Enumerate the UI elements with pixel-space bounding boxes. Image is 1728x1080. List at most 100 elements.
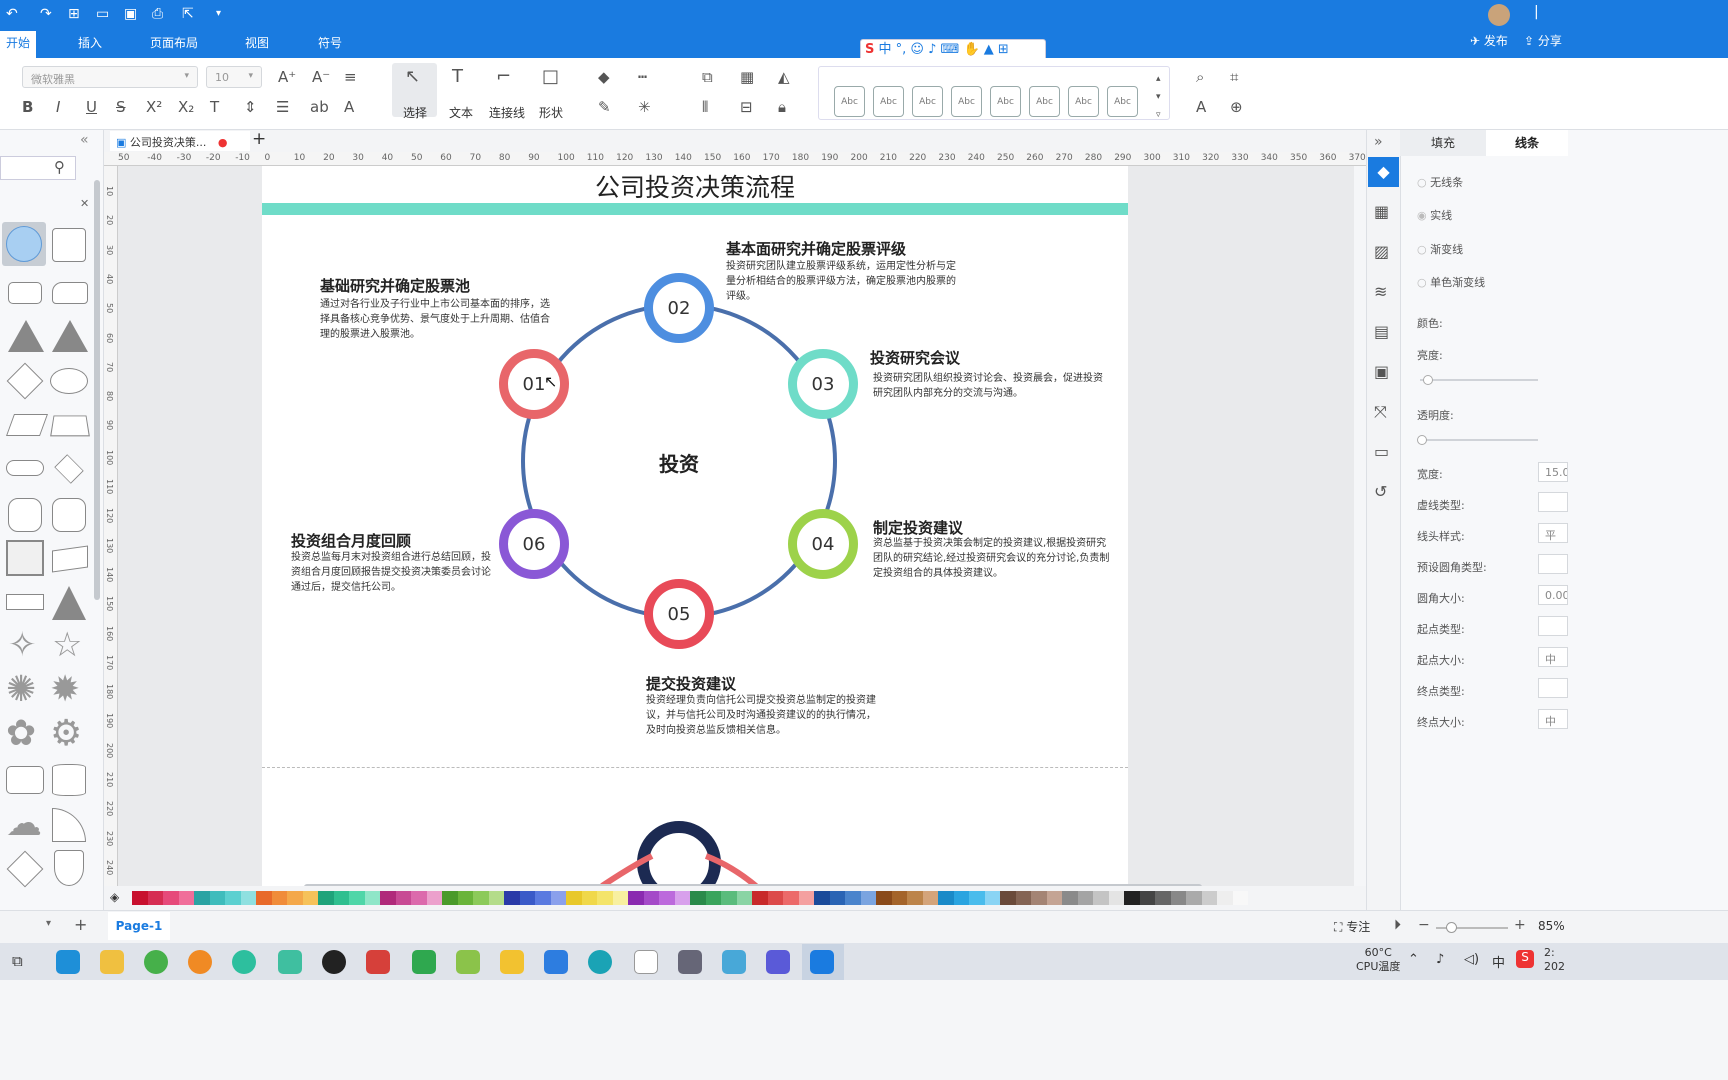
color-swatch[interactable] — [318, 891, 334, 905]
format-painter-icon[interactable]: A — [1196, 98, 1206, 116]
color-swatch[interactable] — [504, 891, 520, 905]
fill-bucket-icon[interactable]: ◈ — [110, 890, 119, 904]
library-circle-shape[interactable] — [6, 226, 42, 262]
section-3-title[interactable]: 投资研究会议 — [870, 347, 960, 368]
corner-size-input[interactable]: 0.00 — [1538, 585, 1568, 605]
library-shield-shape[interactable] — [54, 850, 84, 886]
color-swatch[interactable] — [628, 891, 644, 905]
library-star4-shape[interactable]: ✧ — [8, 628, 37, 662]
zoom-slider-thumb[interactable] — [1446, 922, 1457, 933]
italic-icon[interactable]: I — [56, 98, 60, 116]
history-panel-icon[interactable]: ↺ — [1374, 482, 1387, 501]
flip-icon[interactable]: ◭ — [778, 68, 790, 86]
meeting-icon[interactable] — [588, 950, 612, 974]
color-swatch[interactable] — [473, 891, 489, 905]
add-page-icon[interactable]: + — [74, 915, 87, 934]
shape-tool-label[interactable]: 形状 — [539, 104, 563, 121]
color-swatch[interactable] — [411, 891, 427, 905]
tab-insert[interactable]: 插入 — [78, 35, 102, 51]
zoom-level[interactable]: 85% — [1538, 919, 1565, 933]
color-swatch[interactable] — [1046, 891, 1062, 905]
node-03[interactable]: 03 — [788, 349, 858, 419]
tab-page-layout[interactable]: 页面布局 — [150, 35, 198, 51]
color-swatch[interactable] — [1000, 891, 1016, 905]
library-scrollbar[interactable] — [94, 180, 100, 600]
focus-button[interactable]: ⛶ 专注 — [1334, 918, 1370, 935]
page-panel-icon[interactable]: ▤ — [1374, 322, 1389, 341]
opacity-slider[interactable] — [1420, 439, 1538, 441]
office-icon[interactable] — [500, 950, 524, 974]
color-swatch[interactable] — [271, 891, 287, 905]
library-frame-shape[interactable] — [6, 540, 44, 576]
section-4-desc[interactable]: 资总监基于投资决策会制定的投资建议,根据投资研究 团队的研究结论,经过投资研究会… — [873, 536, 1109, 581]
color-swatch[interactable] — [845, 891, 861, 905]
print-icon[interactable]: ⎙ — [152, 5, 163, 23]
library-isoceles-shape[interactable] — [52, 320, 88, 352]
cap-style-select[interactable]: 平面 — [1538, 523, 1568, 543]
section-2-desc[interactable]: 投资研究团队建立股票评级系统，运用定性分析与定 量分析相结合的股票评级方法，确定… — [726, 259, 956, 304]
sogou-icon[interactable]: S — [1516, 950, 1534, 968]
style-panel-icon[interactable]: ◆ — [1368, 157, 1399, 187]
color-swatch[interactable] — [581, 891, 597, 905]
color-swatch[interactable] — [767, 891, 783, 905]
replace-icon[interactable]: ⊕ — [1230, 98, 1243, 116]
color-swatch[interactable] — [535, 891, 551, 905]
publish-button[interactable]: ✈ 发布 — [1470, 32, 1508, 49]
color-swatch[interactable] — [659, 891, 675, 905]
library-banner-shape[interactable] — [6, 594, 44, 610]
color-swatch[interactable] — [1124, 891, 1140, 905]
group-icon[interactable]: ▦ — [740, 68, 754, 86]
style-preset-6[interactable]: Abc — [1029, 86, 1060, 117]
line-option-gradient[interactable]: ○ 渐变线 — [1417, 241, 1463, 257]
more-icon[interactable]: ▾ — [216, 5, 221, 23]
color-swatch[interactable] — [814, 891, 830, 905]
color-swatch[interactable] — [705, 891, 721, 905]
color-swatch[interactable] — [1201, 891, 1217, 905]
play-icon[interactable]: ⏵ — [1394, 917, 1401, 933]
collapse-panel-icon[interactable]: « — [80, 132, 89, 148]
section-1-title[interactable]: 基础研究并确定股票池 — [320, 275, 470, 296]
library-terminator-shape[interactable] — [6, 460, 44, 476]
library-hexagon-shape[interactable] — [8, 498, 42, 532]
color-swatch[interactable] — [380, 891, 396, 905]
color-swatch[interactable] — [938, 891, 954, 905]
open-icon[interactable]: ▭ — [96, 5, 109, 23]
lock-icon[interactable]: 🔒︎ — [778, 98, 786, 116]
color-swatch[interactable] — [1062, 891, 1078, 905]
color-swatch[interactable] — [457, 891, 473, 905]
style-preset-4[interactable]: Abc — [951, 86, 982, 117]
start-size-select[interactable]: 中等 — [1538, 647, 1568, 667]
color-swatch[interactable] — [287, 891, 303, 905]
pdf-icon[interactable] — [366, 950, 390, 974]
color-swatch[interactable] — [1031, 891, 1047, 905]
color-swatch[interactable] — [829, 891, 845, 905]
page-tab[interactable]: Page-1 — [108, 912, 170, 940]
bold-icon[interactable]: B — [22, 98, 33, 116]
color-swatch[interactable] — [922, 891, 938, 905]
list-icon[interactable]: ☰ — [276, 98, 289, 116]
second-diagram-circle[interactable] — [637, 821, 721, 886]
palette-swatches[interactable] — [132, 891, 1358, 905]
crop-icon[interactable]: ⌗ — [1230, 68, 1238, 86]
style-preset-8[interactable]: Abc — [1107, 86, 1138, 117]
fill-icon[interactable]: ◆ — [598, 68, 610, 86]
node-04[interactable]: 04 — [788, 509, 858, 579]
color-swatch[interactable] — [333, 891, 349, 905]
tab-symbol[interactable]: 符号 — [318, 35, 342, 51]
underline-icon[interactable]: U — [86, 98, 97, 116]
line-style-icon[interactable]: ┅ — [638, 68, 647, 86]
notes-icon[interactable] — [278, 950, 302, 974]
library-star5-shape[interactable]: ☆ — [52, 628, 82, 662]
save-icon[interactable]: ▣ — [124, 5, 137, 23]
pen-icon[interactable]: ✎ — [598, 98, 611, 116]
color-swatch[interactable] — [147, 891, 163, 905]
color-swatch[interactable] — [1155, 891, 1171, 905]
find-icon[interactable]: ⌕ — [1196, 68, 1204, 86]
color-swatch[interactable] — [178, 891, 194, 905]
distribute-icon[interactable]: ⊟ — [740, 98, 753, 116]
superscript-icon[interactable]: X² — [146, 98, 162, 116]
color-swatch[interactable] — [194, 891, 210, 905]
library-burst-shape[interactable]: ✺ — [6, 672, 36, 708]
color-swatch[interactable] — [395, 891, 411, 905]
color-swatch[interactable] — [132, 891, 148, 905]
